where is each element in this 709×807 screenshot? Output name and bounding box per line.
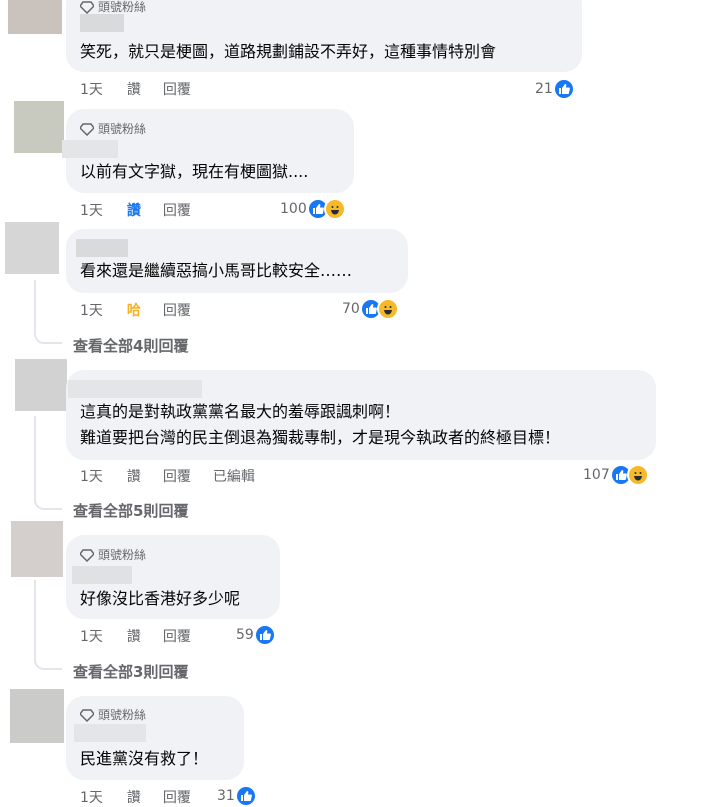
reaction-count[interactable]: 100 bbox=[280, 198, 346, 220]
avatar[interactable] bbox=[14, 101, 64, 153]
timestamp[interactable]: 1天 bbox=[80, 466, 103, 486]
avatar[interactable] bbox=[8, 0, 62, 34]
reaction-count[interactable]: 107 bbox=[583, 464, 649, 486]
thread-line bbox=[34, 280, 62, 344]
diamond-icon bbox=[80, 0, 94, 14]
diamond-icon bbox=[80, 708, 94, 722]
comment-text: 好像沒比香港好多少呢 bbox=[80, 589, 241, 608]
comment-actions: 1天 讚 回覆 bbox=[80, 787, 191, 807]
haha-reaction-icon bbox=[376, 298, 399, 320]
diamond-icon bbox=[80, 548, 94, 562]
comment-text: 民進黨沒有救了！ bbox=[80, 749, 209, 768]
comment-actions: 1天 讚 回覆 bbox=[80, 79, 191, 99]
view-all-replies-link[interactable]: 查看全部3則回覆 bbox=[73, 661, 188, 682]
reply-button[interactable]: 回覆 bbox=[163, 626, 191, 646]
thread-line bbox=[34, 580, 62, 670]
author-name[interactable] bbox=[80, 14, 124, 32]
reply-button[interactable]: 回覆 bbox=[163, 79, 191, 99]
reply-button[interactable]: 回覆 bbox=[163, 787, 191, 807]
comment-actions: 1天 讚 回覆 bbox=[80, 200, 191, 220]
like-button[interactable]: 讚 bbox=[127, 787, 141, 807]
reaction-count[interactable]: 21 bbox=[535, 78, 575, 100]
like-button[interactable]: 讚 bbox=[127, 626, 141, 646]
comment-text-line2: 難道要把台灣的民主倒退為獨裁專制，才是現今執政者的終極目標！ bbox=[80, 428, 561, 447]
view-all-replies-link[interactable]: 查看全部4則回覆 bbox=[73, 335, 188, 356]
author-name[interactable] bbox=[68, 380, 202, 398]
reply-button[interactable]: 回覆 bbox=[163, 300, 191, 320]
reaction-count[interactable]: 70 bbox=[342, 298, 399, 320]
comment-text: 以前有文字獄，現在有梗圖獄.... bbox=[80, 162, 309, 181]
author-name[interactable] bbox=[72, 566, 132, 584]
author-name[interactable] bbox=[76, 239, 128, 257]
haha-reaction-icon bbox=[626, 464, 649, 486]
timestamp[interactable]: 1天 bbox=[80, 300, 103, 320]
diamond-icon bbox=[80, 122, 94, 136]
like-button[interactable]: 讚 bbox=[127, 200, 141, 220]
avatar[interactable] bbox=[5, 222, 59, 274]
comment-text: 笑死，就只是梗圖，道路規劃鋪設不弄好，這種事情特別會 bbox=[80, 42, 497, 61]
haha-button[interactable]: 哈 bbox=[127, 300, 141, 320]
like-button[interactable]: 讚 bbox=[127, 466, 141, 486]
reply-button[interactable]: 回覆 bbox=[163, 200, 191, 220]
edited-label[interactable]: 已編輯 bbox=[213, 466, 255, 486]
author-name[interactable] bbox=[74, 724, 146, 742]
top-fan-badge: 頭號粉絲 bbox=[80, 546, 146, 563]
top-fan-badge: 頭號粉絲 bbox=[80, 0, 146, 15]
timestamp[interactable]: 1天 bbox=[80, 200, 103, 220]
reply-button[interactable]: 回覆 bbox=[163, 466, 191, 486]
avatar[interactable] bbox=[15, 359, 67, 411]
like-button[interactable]: 讚 bbox=[127, 79, 141, 99]
comment-actions: 1天 哈 回覆 bbox=[80, 300, 191, 320]
comment-text-line1: 這真的是對執政黨黨名最大的羞辱跟諷刺啊！ bbox=[80, 402, 401, 421]
comment-actions: 1天 讚 回覆 bbox=[80, 626, 191, 646]
timestamp[interactable]: 1天 bbox=[80, 626, 103, 646]
reaction-count[interactable]: 59 bbox=[236, 624, 276, 646]
avatar[interactable] bbox=[10, 689, 64, 743]
haha-reaction-icon bbox=[323, 198, 346, 220]
like-reaction-icon bbox=[552, 78, 575, 100]
comment-text: 看來還是繼續惡搞小馬哥比較安全…… bbox=[80, 261, 353, 280]
view-all-replies-link[interactable]: 查看全部5則回覆 bbox=[73, 500, 188, 521]
top-fan-badge: 頭號粉絲 bbox=[80, 120, 146, 137]
comment-actions: 1天 讚 回覆 已編輯 bbox=[80, 466, 255, 486]
avatar[interactable] bbox=[11, 521, 63, 577]
top-fan-badge: 頭號粉絲 bbox=[80, 706, 146, 723]
timestamp[interactable]: 1天 bbox=[80, 787, 103, 807]
like-reaction-icon bbox=[253, 624, 276, 646]
timestamp[interactable]: 1天 bbox=[80, 79, 103, 99]
author-name[interactable] bbox=[62, 140, 118, 158]
thread-line bbox=[34, 416, 62, 510]
